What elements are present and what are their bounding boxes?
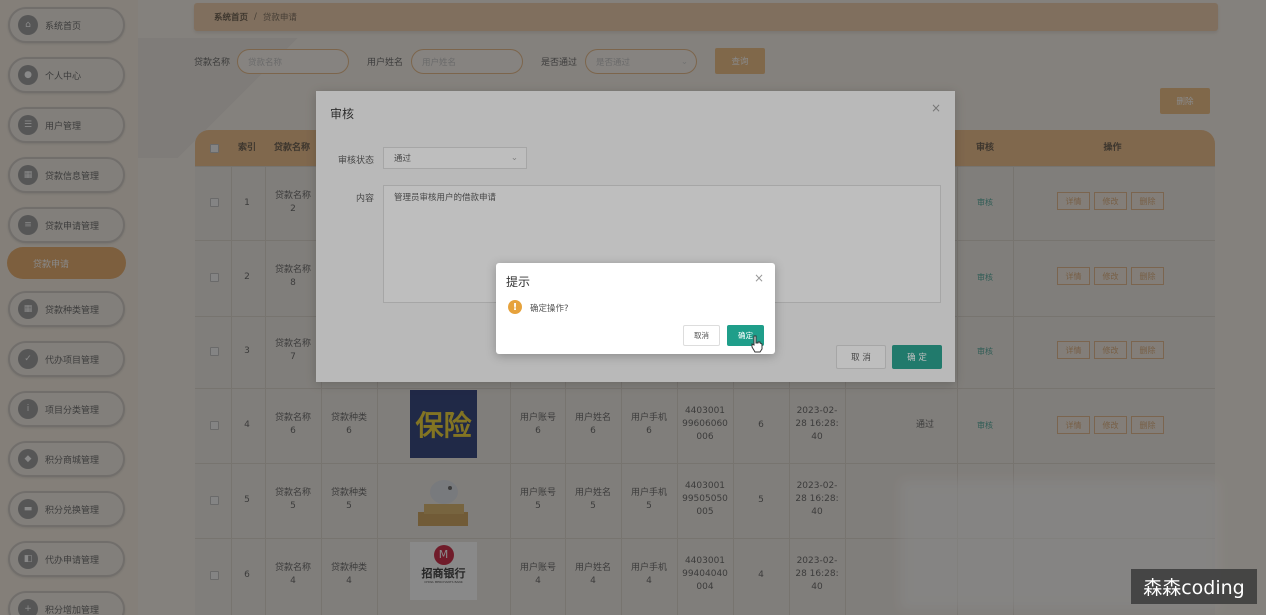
confirm-message-box: 提示 × ! 确定操作? 取消 确定 <box>496 263 775 354</box>
warning-icon: ! <box>508 300 522 314</box>
message-cancel-button[interactable]: 取消 <box>683 325 720 346</box>
hand-cursor-icon <box>751 335 763 353</box>
message-text: 确定操作? <box>530 304 569 314</box>
close-icon[interactable]: × <box>754 271 764 285</box>
message-title: 提示 <box>506 275 531 289</box>
watermark: 森森coding <box>1131 569 1257 604</box>
